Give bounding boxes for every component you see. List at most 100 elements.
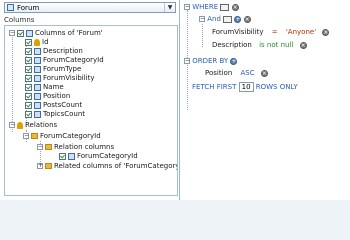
folder-icon — [45, 163, 52, 169]
fetch-count-input[interactable]: 10 — [238, 82, 254, 92]
column-checkbox[interactable] — [25, 74, 32, 82]
column-label: ForumVisibility — [43, 74, 95, 82]
tree-guide-line — [202, 24, 203, 47]
collapse-icon[interactable]: − — [9, 122, 15, 128]
column-label: Id — [42, 38, 49, 46]
column-label: Position — [43, 92, 71, 100]
condition-operator[interactable]: = — [272, 28, 278, 36]
collapse-icon[interactable]: − — [199, 16, 205, 22]
collapse-icon[interactable]: − — [23, 133, 29, 139]
column-label: ForumCategoryId — [77, 152, 138, 160]
chevron-down-icon[interactable]: ▼ — [164, 3, 175, 12]
field-icon — [34, 74, 41, 82]
entity-dropdown[interactable]: Forum ▼ — [4, 2, 176, 13]
sort-row[interactable]: Position ASC × — [205, 69, 268, 78]
tree-node-relation[interactable]: − ForumCategoryId — [23, 132, 101, 141]
sort-field[interactable]: Position — [205, 69, 232, 77]
sort-direction[interactable]: ASC — [241, 69, 255, 77]
add-condition-icon[interactable]: + — [234, 15, 242, 23]
collapse-icon[interactable]: − — [9, 30, 15, 36]
column-item[interactable]: ForumVisibility — [25, 74, 95, 83]
collapse-icon[interactable]: − — [184, 4, 190, 10]
group-icon[interactable] — [223, 15, 233, 23]
expand-icon[interactable]: + — [37, 163, 43, 169]
field-icon — [34, 92, 41, 100]
fetch-first-keyword: FETCH FIRST — [192, 83, 237, 91]
field-icon — [34, 65, 41, 73]
relation-column-item[interactable]: ForumCategoryId — [59, 152, 138, 161]
column-item[interactable]: Position — [25, 92, 70, 101]
condition-field[interactable]: Description — [212, 41, 252, 49]
tree-node-relation-columns[interactable]: − Relation columns — [37, 143, 114, 152]
field-icon — [34, 83, 41, 91]
column-checkbox[interactable] — [25, 38, 32, 46]
column-item[interactable]: TopicsCount — [25, 110, 85, 119]
column-item[interactable]: Id — [25, 38, 49, 47]
column-label: Name — [43, 83, 64, 91]
folder-icon — [45, 144, 52, 150]
columns-pane: Forum ▼ Columns − Columns of 'Forum' Id D… — [0, 0, 180, 200]
column-item[interactable]: Description — [25, 47, 83, 56]
column-checkbox[interactable] — [25, 101, 32, 109]
column-item[interactable]: Name — [25, 83, 64, 92]
collapse-icon[interactable]: − — [37, 144, 43, 150]
order-by-keyword[interactable]: ORDER BY — [192, 57, 228, 65]
column-checkbox[interactable] — [59, 152, 66, 160]
condition-operator[interactable]: is not null — [259, 41, 293, 49]
tree-node-label: Relation columns — [54, 143, 115, 151]
add-sort-icon[interactable]: + — [230, 57, 238, 65]
and-keyword[interactable]: And — [207, 15, 221, 23]
remove-icon[interactable]: × — [299, 41, 307, 49]
column-checkbox[interactable] — [25, 56, 32, 64]
checkbox-root[interactable] — [17, 29, 24, 37]
tree-node-root[interactable]: − Columns of 'Forum' — [9, 29, 103, 38]
column-label: Description — [43, 47, 83, 55]
tree-node-relations[interactable]: − Relations — [9, 121, 57, 130]
column-checkbox[interactable] — [25, 47, 32, 55]
columns-tree[interactable]: − Columns of 'Forum' Id Description Forum… — [4, 25, 178, 196]
tree-node-label: Columns of 'Forum' — [35, 29, 103, 37]
and-group[interactable]: − And + × — [199, 15, 251, 24]
column-label: PostsCount — [43, 101, 83, 109]
remove-icon[interactable]: × — [243, 15, 251, 23]
entity-icon — [26, 29, 33, 37]
tree-node-label: ForumCategoryId — [40, 132, 101, 140]
column-label: TopicsCount — [43, 110, 86, 118]
condition-field[interactable]: ForumVisibility — [212, 28, 264, 36]
remove-icon[interactable]: × — [260, 69, 268, 77]
collapse-icon[interactable]: − — [184, 58, 190, 64]
tree-node-related-columns[interactable]: + Related columns of 'ForumCategory' — [37, 162, 178, 171]
condition-value[interactable]: 'Anyone' — [286, 28, 316, 36]
folder-icon — [31, 133, 38, 139]
field-icon — [34, 101, 41, 109]
column-checkbox[interactable] — [25, 65, 32, 73]
tree-guide-line — [12, 35, 13, 132]
column-item[interactable]: ForumCategoryId — [25, 56, 104, 65]
remove-icon[interactable]: × — [322, 28, 330, 36]
columns-label: Columns — [4, 16, 35, 24]
field-icon — [34, 56, 41, 64]
key-icon — [34, 38, 40, 46]
query-pane: − WHERE × − And + × ForumVisibility = 'A… — [180, 0, 350, 200]
remove-icon[interactable]: × — [231, 3, 239, 11]
column-checkbox[interactable] — [25, 110, 32, 118]
field-icon — [68, 152, 75, 160]
column-item[interactable]: PostsCount — [25, 101, 82, 110]
condition-row[interactable]: ForumVisibility = 'Anyone' × — [212, 28, 330, 37]
column-item[interactable]: ForumType — [25, 65, 81, 74]
fetch-first-clause: FETCH FIRST 10 ROWS ONLY — [192, 82, 298, 92]
order-by-clause[interactable]: − ORDER BY + — [184, 57, 238, 66]
where-clause[interactable]: − WHERE × — [184, 3, 239, 12]
where-keyword[interactable]: WHERE — [192, 3, 218, 11]
relations-icon — [17, 121, 23, 129]
entity-icon — [7, 4, 14, 11]
tree-node-label: Related columns of 'ForumCategory' — [54, 162, 178, 170]
column-checkbox[interactable] — [25, 92, 32, 100]
column-checkbox[interactable] — [25, 83, 32, 91]
condition-row[interactable]: Description is not null × — [212, 41, 307, 50]
column-label: ForumCategoryId — [43, 56, 104, 64]
field-icon — [34, 47, 41, 55]
group-icon[interactable] — [220, 3, 230, 11]
rows-only-keyword: ROWS ONLY — [255, 83, 298, 91]
column-label: ForumType — [43, 65, 82, 73]
